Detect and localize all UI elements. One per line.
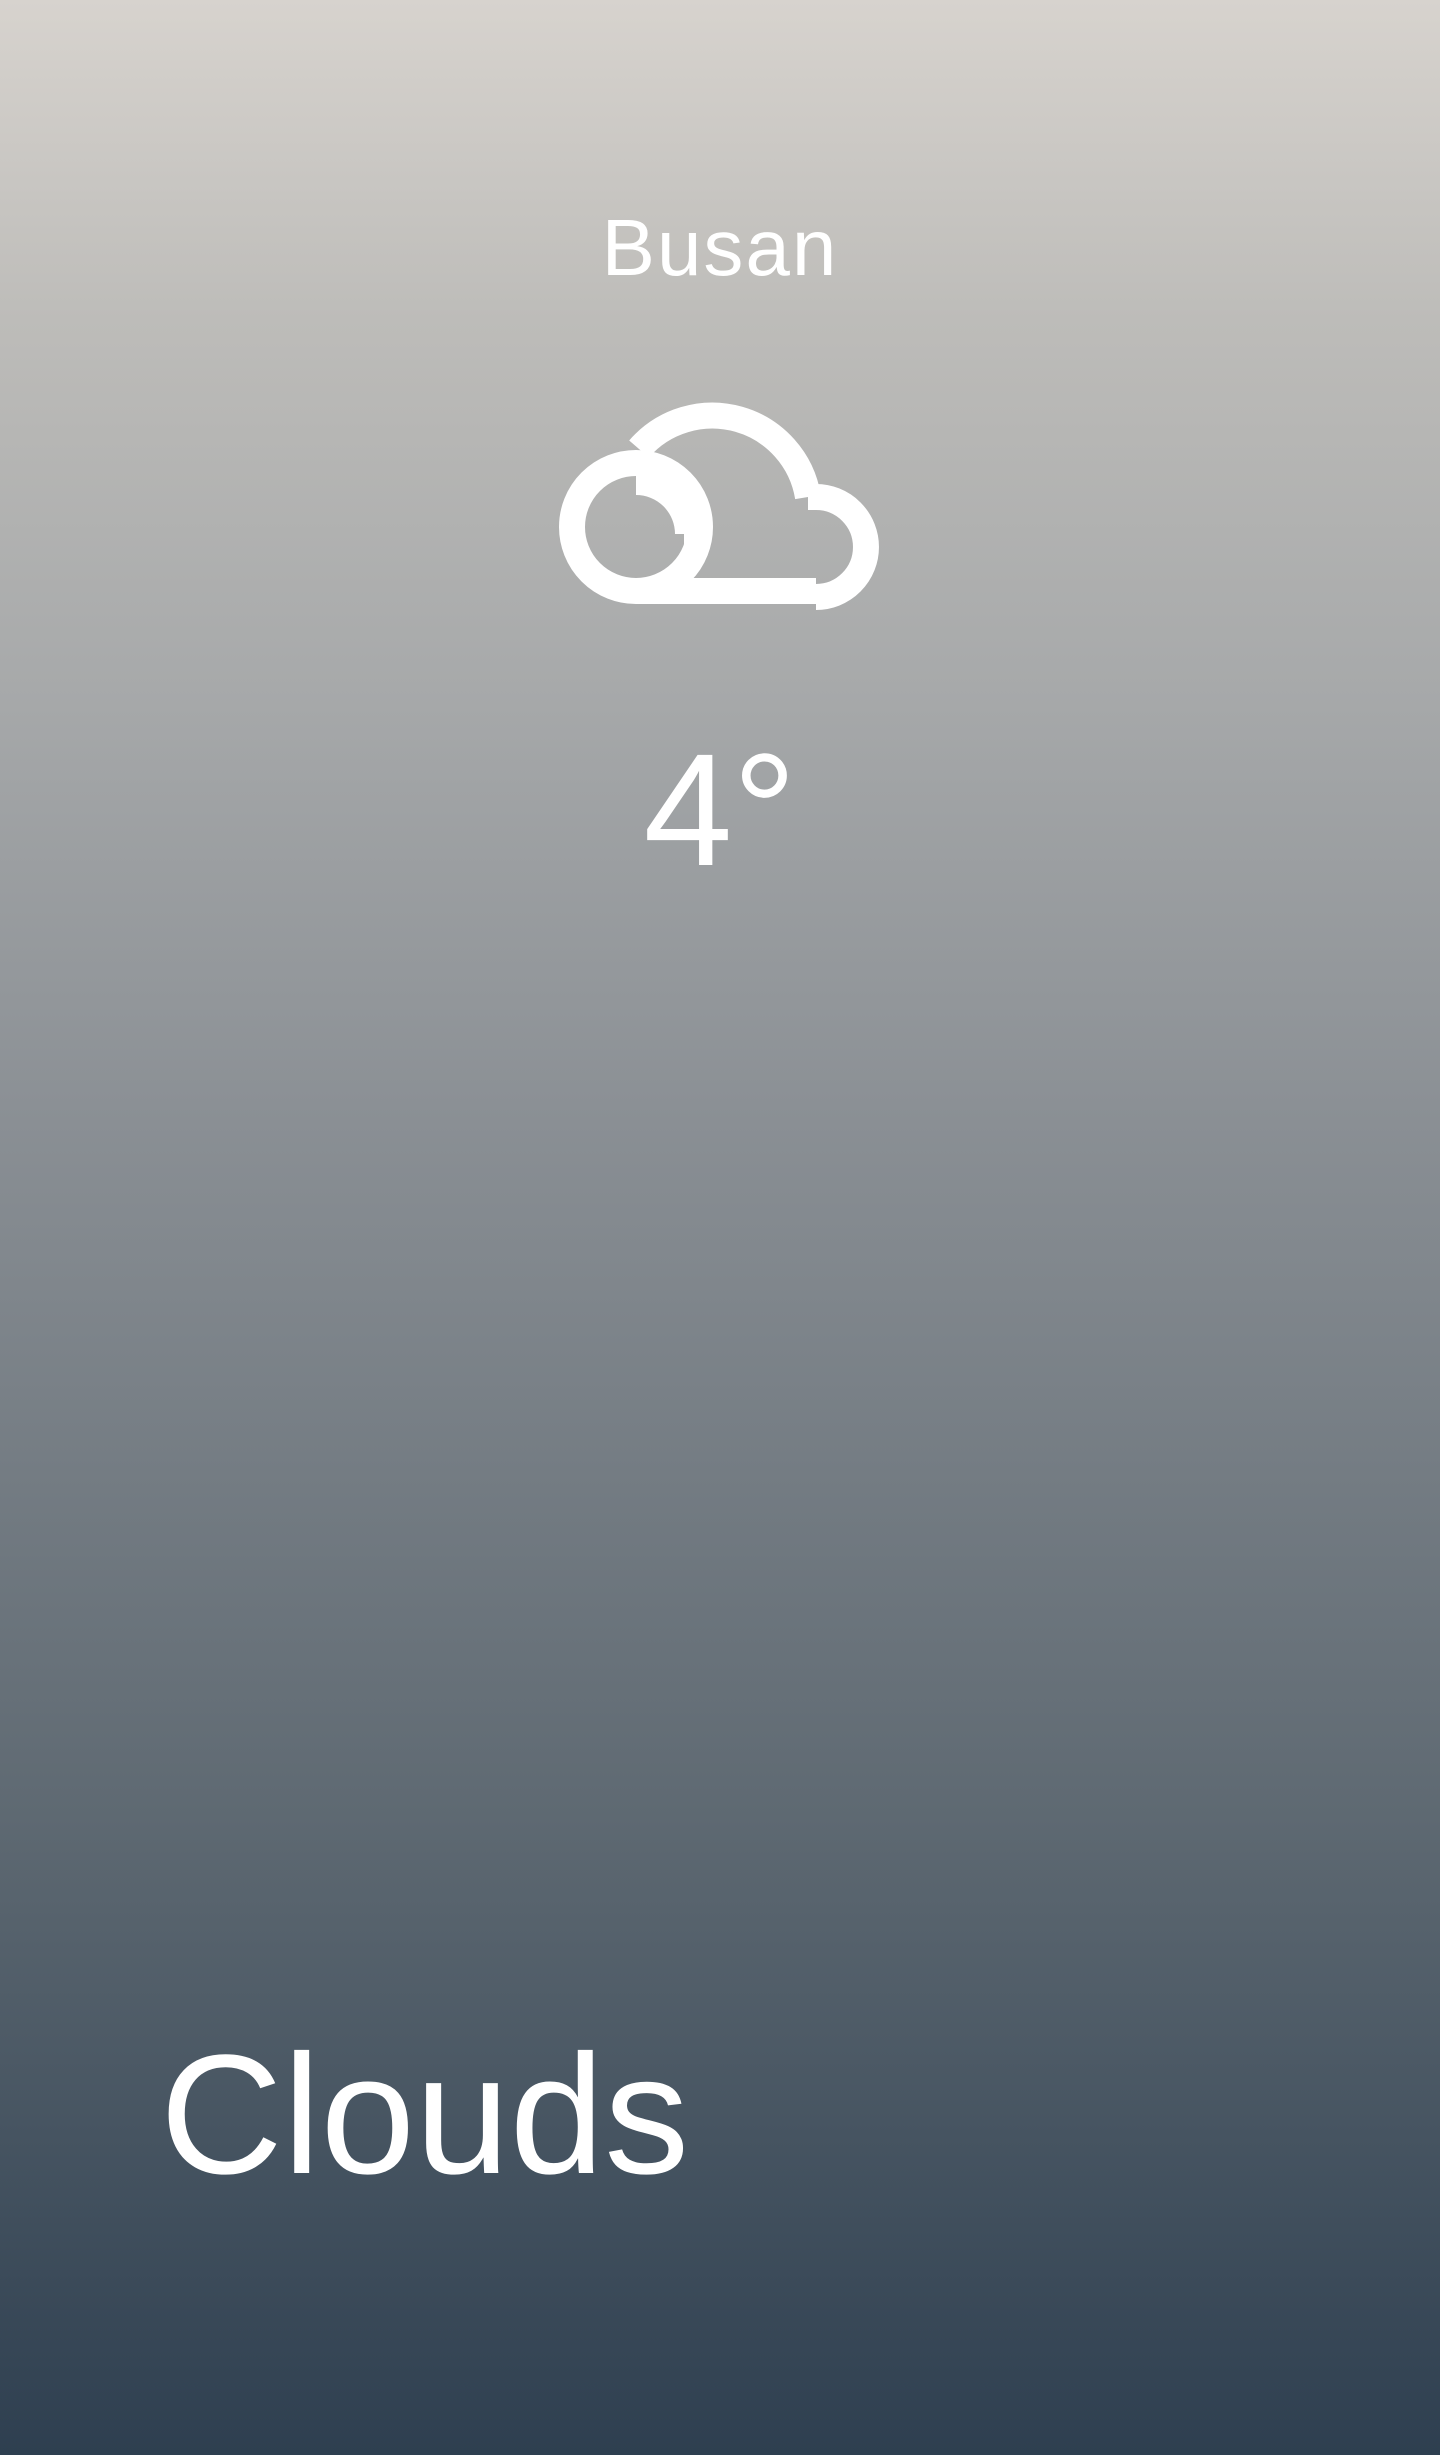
city-name: Busan [601,203,839,292]
temperature-value: 4° [643,720,797,899]
weather-condition: Clouds [160,2020,690,2210]
weather-screen: Busan 4° Clouds [0,0,1440,2455]
cloud-icon [559,402,879,610]
